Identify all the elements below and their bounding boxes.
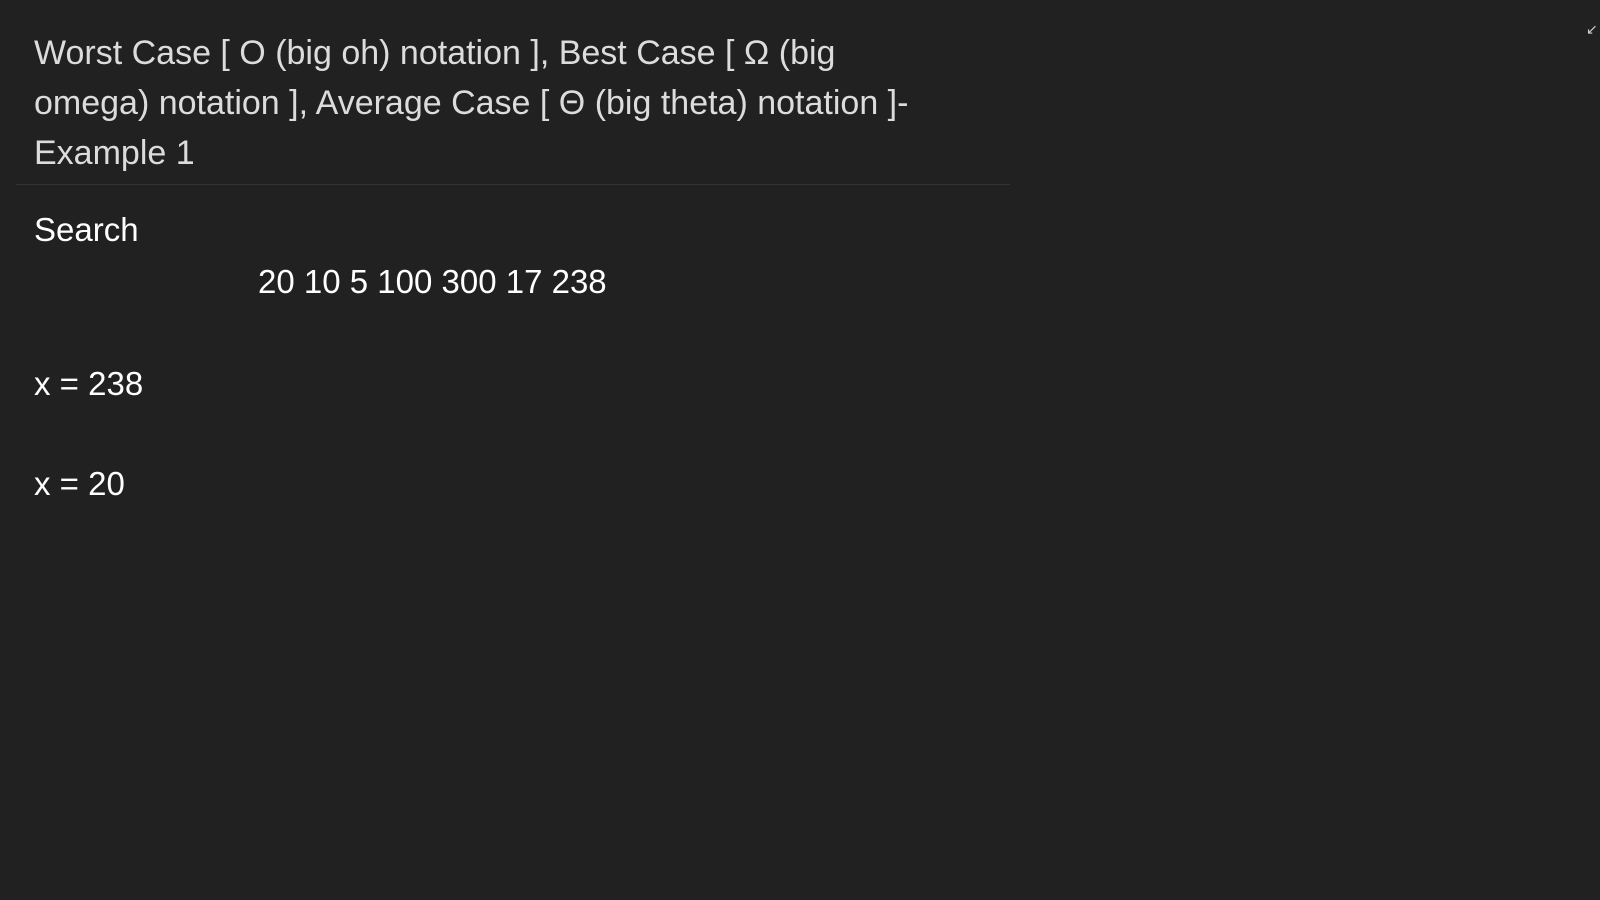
title-line-1: Worst Case [ O (big oh) notation ], Best… — [34, 34, 836, 72]
title-line-2: omega) notation ], Average Case [ Θ (big… — [34, 84, 909, 122]
section-heading: Search — [34, 211, 139, 248]
title-line-3: Example 1 — [34, 134, 195, 172]
note-page: Worst Case [ O (big oh) notation ], Best… — [0, 0, 1600, 900]
title-divider — [16, 184, 1010, 185]
array-values: 20 10 5 100 300 17 238 — [258, 263, 607, 300]
page-title: Worst Case [ O (big oh) notation ], Best… — [34, 28, 1024, 178]
collapse-arrow-icon[interactable]: ↙ — [1586, 22, 1598, 38]
example-search-value-1: x = 238 — [34, 365, 144, 402]
example-search-value-2: x = 20 — [34, 465, 125, 502]
